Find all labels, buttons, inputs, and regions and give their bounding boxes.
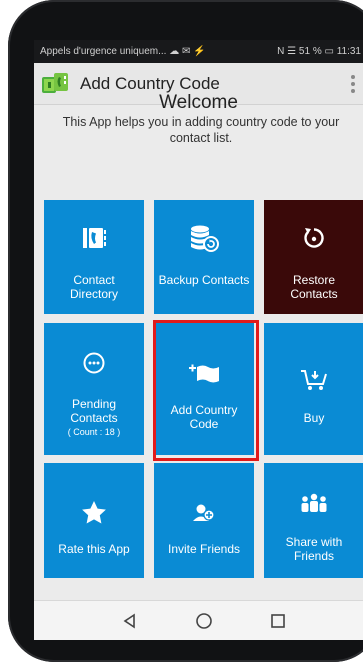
selected-tile-highlight (153, 320, 259, 461)
tile-label: Backup Contacts (158, 273, 250, 287)
invite-user-icon (154, 503, 254, 523)
status-left-text: Appels d'urgence uniquem... ☁ ✉ ⚡ (40, 46, 206, 57)
contact-directory-icon (44, 226, 144, 250)
home-icon[interactable] (192, 609, 216, 633)
nav-bar (34, 600, 363, 640)
tile-contact-directory[interactable]: Contact Directory (44, 200, 144, 314)
welcome-title: Welcome (159, 92, 238, 113)
backup-database-icon (154, 224, 254, 252)
tile-pending-contacts[interactable]: Pending Contacts ( Count : 18 ) (44, 323, 144, 455)
tile-label: Share with Friends (285, 535, 343, 563)
pending-count: ( Count : 18 ) (67, 427, 121, 437)
tile-invite-friends[interactable]: Invite Friends (154, 463, 254, 578)
tile-label: Pending Contacts ( Count : 18 ) (48, 397, 140, 439)
tile-label: Restore Contacts (290, 273, 338, 301)
star-icon (44, 500, 144, 525)
tile-label: Buy (303, 411, 325, 425)
tile-label-text: Pending Contacts (70, 397, 118, 425)
tile-backup-contacts[interactable]: Backup Contacts (154, 200, 254, 314)
restore-icon (264, 226, 363, 250)
tile-rate-app[interactable]: Rate this App (44, 463, 144, 578)
recents-icon[interactable] (266, 609, 290, 633)
back-icon[interactable] (118, 609, 142, 633)
group-share-icon (264, 493, 363, 515)
tile-restore-contacts[interactable]: Restore Contacts (264, 200, 363, 314)
tile-share-friends[interactable]: Share with Friends (264, 463, 363, 578)
tile-label: Invite Friends (167, 542, 241, 556)
tile-label: Contact Directory (69, 273, 118, 301)
welcome-subtitle: This App helps you in adding country cod… (62, 115, 340, 145)
tile-buy[interactable]: Buy (264, 323, 363, 455)
pending-dots-icon (44, 352, 144, 374)
status-bar: Appels d'urgence uniquem... ☁ ✉ ⚡ N ☰ 51… (34, 40, 363, 63)
tile-label: Rate this App (58, 542, 130, 556)
status-right-text: N ☰ 51 % ▭ 11:31 (277, 46, 361, 57)
cart-icon (264, 368, 363, 392)
phone-screen: Appels d'urgence uniquem... ☁ ✉ ⚡ N ☰ 51… (34, 40, 363, 640)
